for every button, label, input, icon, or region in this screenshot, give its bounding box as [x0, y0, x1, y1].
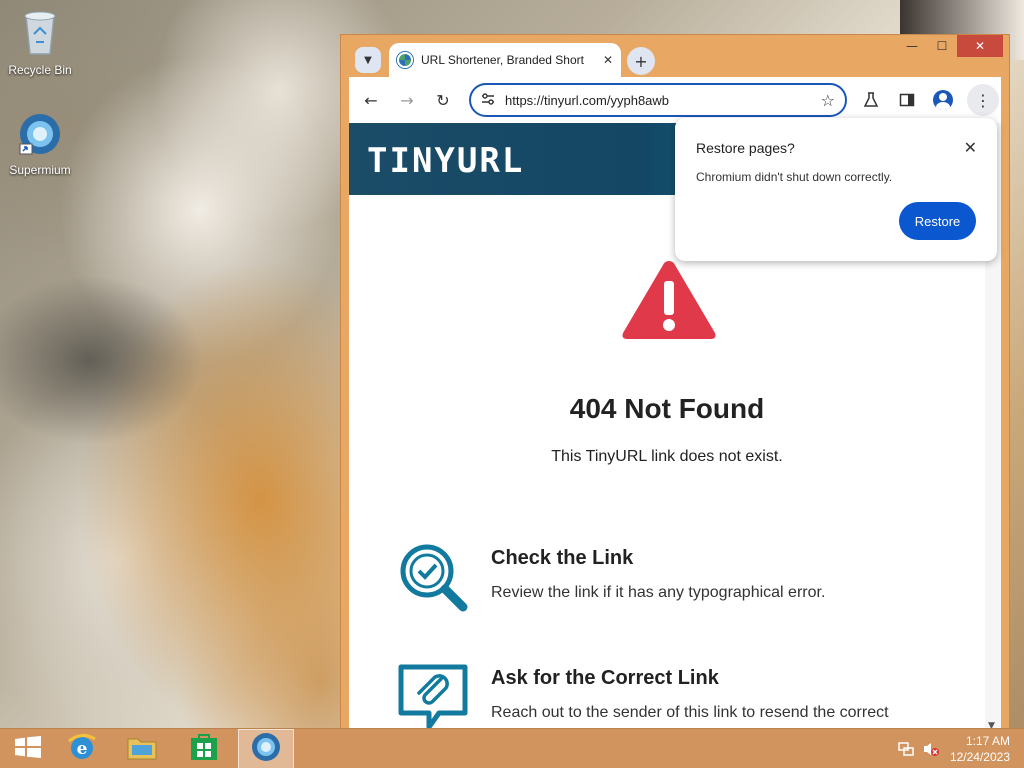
tip-title: Check the Link [491, 547, 634, 569]
desktop-icon-label: Supermium [9, 163, 71, 177]
desktop-icon-supermium[interactable]: Supermium [2, 112, 78, 177]
bookmark-star-icon[interactable]: ☆ [821, 91, 835, 110]
taskbar: e 1:17 AM 12/24/2023 [0, 728, 1024, 768]
side-panel-icon[interactable] [895, 88, 919, 112]
tinyurl-favicon-icon [397, 52, 413, 68]
reload-button[interactable]: ↻ [431, 88, 455, 112]
profile-avatar-icon [933, 90, 953, 110]
magnifier-check-icon [397, 541, 469, 617]
dialog-title: Restore pages? [696, 140, 795, 156]
warning-triangle-icon [619, 257, 719, 347]
tab-strip: ▼ URL Shortener, Branded Short ✕ + [349, 43, 1001, 77]
store-bag-icon [189, 732, 219, 766]
tip-check-link: Check the Link Review the link if it has… [397, 541, 957, 621]
desktop-icon-recycle-bin[interactable]: Recycle Bin [2, 8, 78, 77]
new-tab-button[interactable]: + [627, 47, 655, 75]
restore-pages-dialog: Restore pages? Chromium didn't shut down… [675, 118, 997, 261]
chat-paperclip-icon [397, 661, 469, 733]
dialog-message: Chromium didn't shut down correctly. [696, 170, 893, 184]
internet-explorer-icon: e [66, 731, 98, 767]
address-bar[interactable]: https://tinyurl.com/yyph8awb ☆ [469, 83, 847, 117]
supermium-icon [2, 112, 78, 159]
tinyurl-logo[interactable]: TINYURL [367, 141, 524, 181]
chevron-down-icon: ▼ [364, 54, 372, 66]
profile-button[interactable] [931, 88, 955, 112]
site-info-icon[interactable] [481, 92, 495, 108]
clock-date: 12/24/2023 [949, 750, 1010, 764]
browser-menu-button[interactable]: ⋮ [967, 84, 999, 116]
kebab-menu-icon: ⋮ [975, 90, 991, 110]
volume-muted-icon[interactable] [922, 741, 940, 761]
recycle-bin-icon [2, 8, 78, 59]
tip-ask-correct-link: Ask for the Correct Link Reach out to th… [397, 661, 957, 733]
clock-time: 1:17 AM [965, 734, 1010, 748]
labs-flask-icon[interactable] [859, 88, 883, 112]
folder-icon [126, 733, 158, 765]
network-icon[interactable] [898, 741, 914, 761]
browser-toolbar: ← → ↻ https://tinyurl.com/yyph8awb ☆ ⋮ [349, 77, 1001, 123]
taskbar-internet-explorer[interactable]: e [54, 729, 110, 768]
taskbar-file-explorer[interactable] [114, 729, 170, 768]
taskbar-supermium[interactable] [238, 729, 294, 768]
svg-text:e: e [77, 739, 88, 759]
url-text: https://tinyurl.com/yyph8awb [505, 92, 670, 108]
supermium-icon [250, 731, 282, 767]
taskbar-store[interactable] [176, 729, 232, 768]
error-subheading: This TinyURL link does not exist. [551, 448, 783, 465]
tab-title: URL Shortener, Branded Short [421, 53, 584, 67]
system-clock[interactable]: 1:17 AM 12/24/2023 [950, 733, 1010, 765]
start-button[interactable] [0, 729, 56, 768]
tab-close-icon[interactable]: ✕ [603, 53, 613, 67]
tab-search-button[interactable]: ▼ [355, 47, 381, 73]
back-button[interactable]: ← [359, 88, 383, 112]
tip-description: Review the link if it has any typographi… [491, 584, 826, 601]
tip-title: Ask for the Correct Link [491, 667, 719, 689]
restore-button[interactable]: Restore [899, 202, 976, 240]
tab-active[interactable]: URL Shortener, Branded Short ✕ [389, 43, 621, 77]
dialog-close-icon[interactable]: ✕ [964, 138, 977, 157]
error-heading: 404 Not Found [569, 393, 765, 424]
desktop-icon-label: Recycle Bin [8, 63, 72, 77]
forward-button[interactable]: → [395, 88, 419, 112]
windows-logo-icon [15, 736, 41, 762]
